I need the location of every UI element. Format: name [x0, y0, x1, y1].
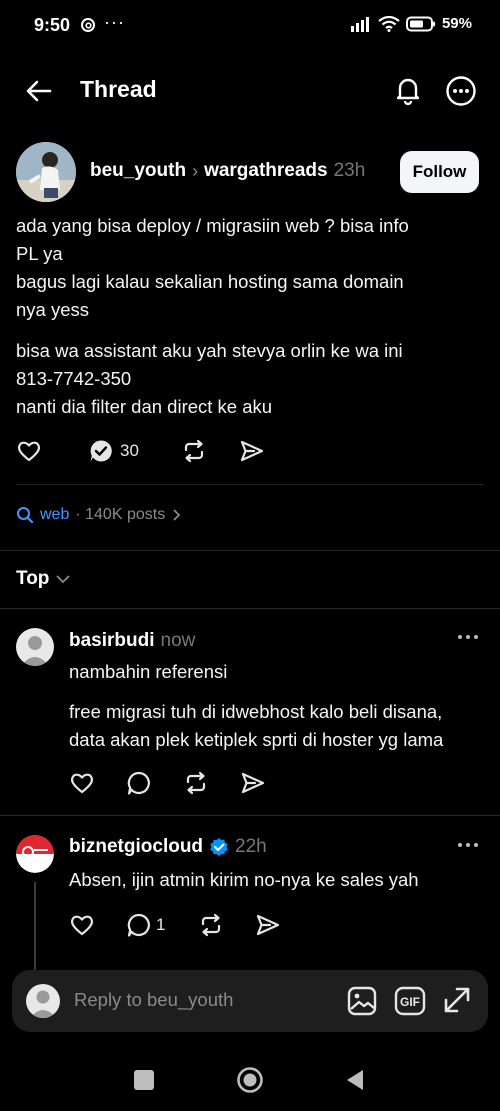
reply-actions: 1: [69, 912, 281, 938]
topic-meta: · 140K posts: [75, 506, 166, 523]
divider: [0, 815, 500, 816]
battery-percent: 59%: [441, 15, 472, 32]
share-button[interactable]: [240, 770, 266, 796]
reply-button[interactable]: 1: [126, 912, 198, 938]
image-icon[interactable]: [346, 985, 378, 1017]
expand-icon[interactable]: [442, 985, 472, 1015]
reply-text-1: Absen, ijin atmin kirim no-nya ke sales …: [69, 869, 419, 890]
chevron-down-icon: [55, 573, 71, 585]
heart-icon: [69, 912, 95, 938]
chevron-right-icon: [171, 508, 183, 522]
more-dots-icon[interactable]: [456, 838, 480, 852]
reply-count: 1: [156, 915, 166, 934]
reply-avatar[interactable]: [16, 835, 54, 873]
heart-icon: [69, 770, 95, 796]
thread-connector-line: [34, 882, 36, 972]
post-actions: 30: [16, 438, 265, 464]
system-nav-bar: [0, 1040, 500, 1111]
chevron-right-icon: ›: [192, 160, 199, 181]
more-dots-icon[interactable]: [456, 630, 480, 644]
repost-button[interactable]: [183, 770, 240, 796]
repost-button[interactable]: [198, 912, 255, 938]
reply-input[interactable]: Reply to beu_youth: [74, 989, 233, 1011]
like-button[interactable]: [16, 438, 42, 464]
reply-button[interactable]: [126, 770, 183, 796]
signal-icon: [350, 16, 372, 32]
page-title: Thread: [80, 76, 157, 102]
repost-icon: [181, 438, 207, 464]
reply-actions: [69, 770, 266, 796]
app-header: Thread: [0, 62, 500, 118]
like-button[interactable]: [69, 770, 126, 796]
bell-icon[interactable]: [392, 74, 424, 106]
comment-icon: [126, 770, 152, 796]
reply-text-1: nambahin referensi: [69, 661, 228, 682]
heart-icon: [16, 438, 42, 464]
threads-icon: [80, 17, 96, 33]
share-button[interactable]: [255, 912, 281, 938]
reply-count: 30: [120, 441, 139, 460]
reply-time: now: [160, 630, 196, 651]
reply-time: 22h: [235, 836, 267, 857]
more-icon[interactable]: [444, 74, 478, 108]
repost-button[interactable]: [181, 438, 207, 464]
reply-button[interactable]: 30: [88, 438, 139, 464]
topic-tag[interactable]: web · 140K posts: [16, 506, 183, 524]
repost-icon: [198, 912, 224, 938]
wifi-icon: [378, 15, 400, 32]
divider: [0, 608, 500, 609]
reply-username[interactable]: basirbudi: [69, 630, 155, 652]
gif-icon[interactable]: GIF: [394, 985, 426, 1017]
composer-avatar: [26, 984, 60, 1018]
reply-header: basirbudi now: [69, 630, 195, 652]
home-icon[interactable]: [236, 1066, 264, 1094]
post-text-1: ada yang bisa deploy / migrasiin web ? b…: [16, 215, 409, 320]
post-header: beu_youth › wargathreads 23h: [90, 160, 365, 182]
topic-name: web: [40, 506, 70, 523]
status-dots: ···: [104, 12, 125, 32]
like-button[interactable]: [69, 912, 126, 938]
battery-icon: [405, 16, 436, 32]
share-button[interactable]: [239, 438, 265, 464]
divider: [0, 550, 500, 551]
reply-count-icon: [88, 438, 114, 464]
share-icon: [240, 770, 266, 796]
svg-text:GIF: GIF: [400, 995, 420, 1009]
reply-composer[interactable]: Reply to beu_youth GIF: [12, 970, 488, 1032]
reply-text-2: free migrasi tuh di idwebhost kalo beli …: [69, 701, 444, 750]
verified-badge-icon: [209, 837, 229, 857]
back-arrow-icon[interactable]: [24, 76, 54, 106]
reply-header: biznetgiocloud 22h: [69, 836, 267, 858]
divider: [16, 484, 484, 485]
comment-icon: [126, 912, 152, 938]
author-avatar[interactable]: [16, 142, 76, 202]
status-bar: 9:50 ··· 59%: [0, 0, 500, 52]
post-time: 23h: [333, 160, 366, 181]
recents-icon[interactable]: [134, 1070, 154, 1090]
post-community[interactable]: wargathreads: [204, 160, 328, 182]
status-time: 9:50: [34, 15, 71, 35]
reply-avatar[interactable]: [16, 628, 54, 666]
sort-dropdown[interactable]: Top: [16, 568, 71, 590]
share-icon: [255, 912, 281, 938]
search-icon: [16, 506, 34, 524]
back-icon[interactable]: [345, 1068, 365, 1092]
reply-username[interactable]: biznetgiocloud: [69, 836, 203, 858]
share-icon: [239, 438, 265, 464]
post-username[interactable]: beu_youth: [90, 160, 186, 182]
sort-label: Top: [16, 568, 50, 589]
repost-icon: [183, 770, 209, 796]
post-text-2: bisa wa assistant aku yah stevya orlin k…: [16, 340, 403, 417]
follow-button[interactable]: Follow: [400, 151, 479, 193]
